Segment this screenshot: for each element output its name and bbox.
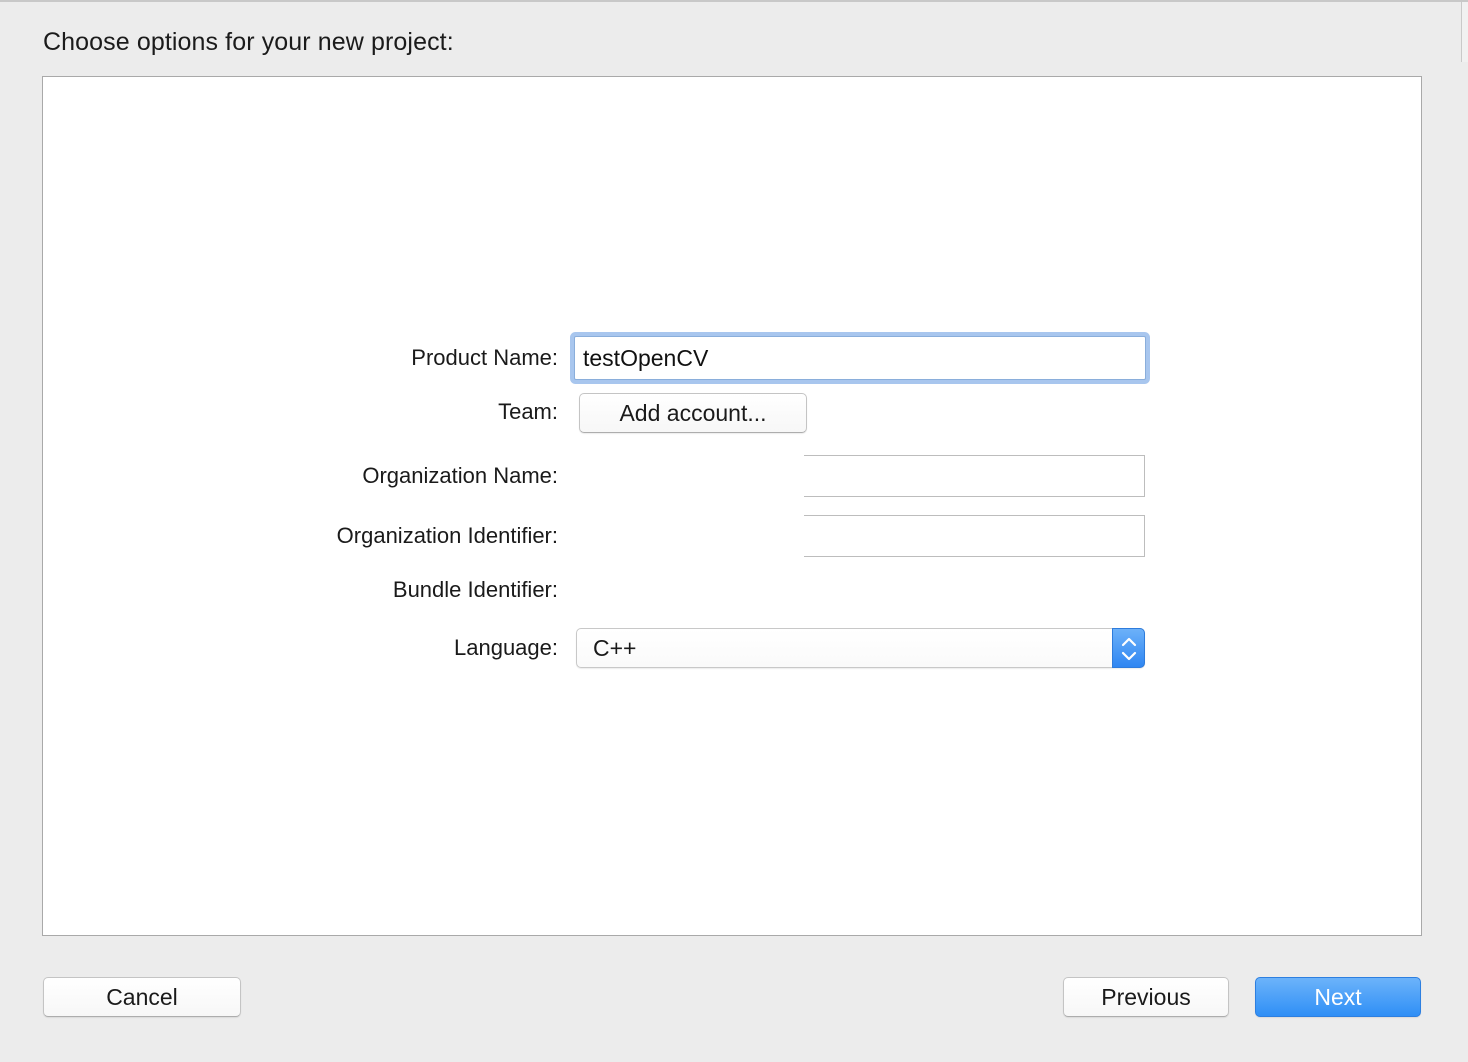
up-down-chevron-icon bbox=[1112, 628, 1145, 668]
previous-button[interactable]: Previous bbox=[1063, 977, 1229, 1017]
add-account-button[interactable]: Add account... bbox=[579, 393, 807, 433]
bundle-identifier-label: Bundle Identifier: bbox=[392, 577, 558, 602]
next-button[interactable]: Next bbox=[1255, 977, 1421, 1017]
team-label: Team: bbox=[498, 399, 558, 424]
cancel-button[interactable]: Cancel bbox=[43, 977, 241, 1017]
language-select[interactable]: C++ bbox=[576, 628, 1145, 668]
window-edge bbox=[1461, 2, 1468, 62]
language-value: C++ bbox=[593, 635, 637, 661]
dialog-title: Choose options for your new project: bbox=[43, 28, 454, 56]
new-project-dialog: Choose options for your new project: Pro… bbox=[0, 0, 1468, 1062]
product-name-value: testOpenCV bbox=[583, 344, 709, 371]
product-name-label: Product Name: bbox=[411, 345, 558, 370]
redaction-overlay bbox=[579, 452, 804, 602]
organization-name-label: Organization Name: bbox=[362, 463, 558, 488]
language-label: Language: bbox=[454, 635, 558, 660]
product-name-field[interactable]: testOpenCV bbox=[574, 336, 1146, 380]
organization-identifier-label: Organization Identifier: bbox=[336, 523, 558, 548]
